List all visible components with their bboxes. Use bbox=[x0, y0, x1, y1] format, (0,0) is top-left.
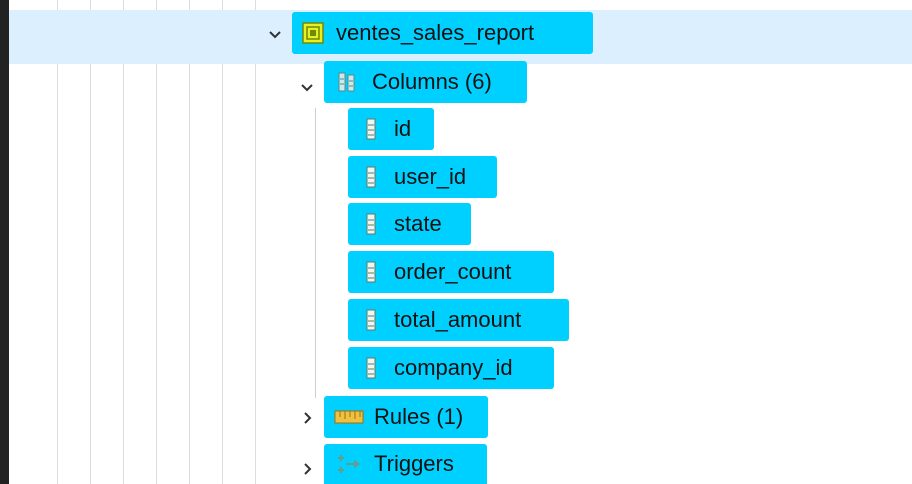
column-icon bbox=[366, 309, 376, 331]
chevron-down-icon[interactable] bbox=[300, 83, 314, 93]
column-icon bbox=[366, 261, 376, 283]
indent-guide bbox=[315, 108, 316, 398]
indent-guide bbox=[222, 0, 223, 484]
column-icon bbox=[366, 357, 376, 379]
indent-guide bbox=[57, 0, 58, 484]
tree-node-column[interactable]: user_id bbox=[348, 156, 497, 198]
tree-node-column[interactable]: state bbox=[348, 203, 471, 245]
chevron-right-icon[interactable] bbox=[303, 411, 313, 425]
column-icon bbox=[366, 213, 376, 235]
tree-node-columns[interactable]: Columns (6) bbox=[324, 61, 527, 103]
indent-guide bbox=[189, 0, 190, 484]
tree-node-column[interactable]: id bbox=[348, 108, 434, 150]
column-label: state bbox=[394, 211, 442, 236]
tree-node-column[interactable]: total_amount bbox=[348, 299, 569, 341]
column-icon bbox=[366, 118, 376, 140]
column-label: user_id bbox=[394, 164, 467, 189]
triggers-icon bbox=[334, 453, 364, 475]
column-label: total_amount bbox=[394, 307, 522, 332]
chevron-right-icon[interactable] bbox=[303, 462, 313, 476]
column-label: company_id bbox=[394, 355, 513, 380]
tree-node-view[interactable]: ventes_sales_report bbox=[292, 12, 593, 54]
rules-node-label: Rules (1) bbox=[374, 404, 464, 429]
tree-node-column[interactable]: order_count bbox=[348, 251, 554, 293]
indent-guide bbox=[90, 0, 91, 484]
tree-node-column[interactable]: company_id bbox=[348, 347, 554, 389]
column-icon bbox=[366, 166, 376, 188]
view-node-label: ventes_sales_report bbox=[336, 20, 535, 45]
indent-guide bbox=[123, 0, 124, 484]
view-icon bbox=[302, 22, 324, 44]
left-border bbox=[0, 0, 9, 484]
chevron-down-icon[interactable] bbox=[268, 30, 282, 40]
tree-node-triggers[interactable]: Triggers bbox=[324, 444, 487, 484]
indent-guide bbox=[255, 0, 256, 484]
column-label: id bbox=[394, 116, 412, 141]
triggers-node-label: Triggers bbox=[374, 451, 454, 476]
columns-icon bbox=[338, 71, 356, 93]
columns-node-label: Columns (6) bbox=[372, 69, 492, 94]
indent-guide bbox=[156, 0, 157, 484]
rules-icon bbox=[334, 408, 364, 426]
tree-node-rules[interactable]: Rules (1) bbox=[324, 396, 488, 438]
column-label: order_count bbox=[394, 259, 512, 284]
